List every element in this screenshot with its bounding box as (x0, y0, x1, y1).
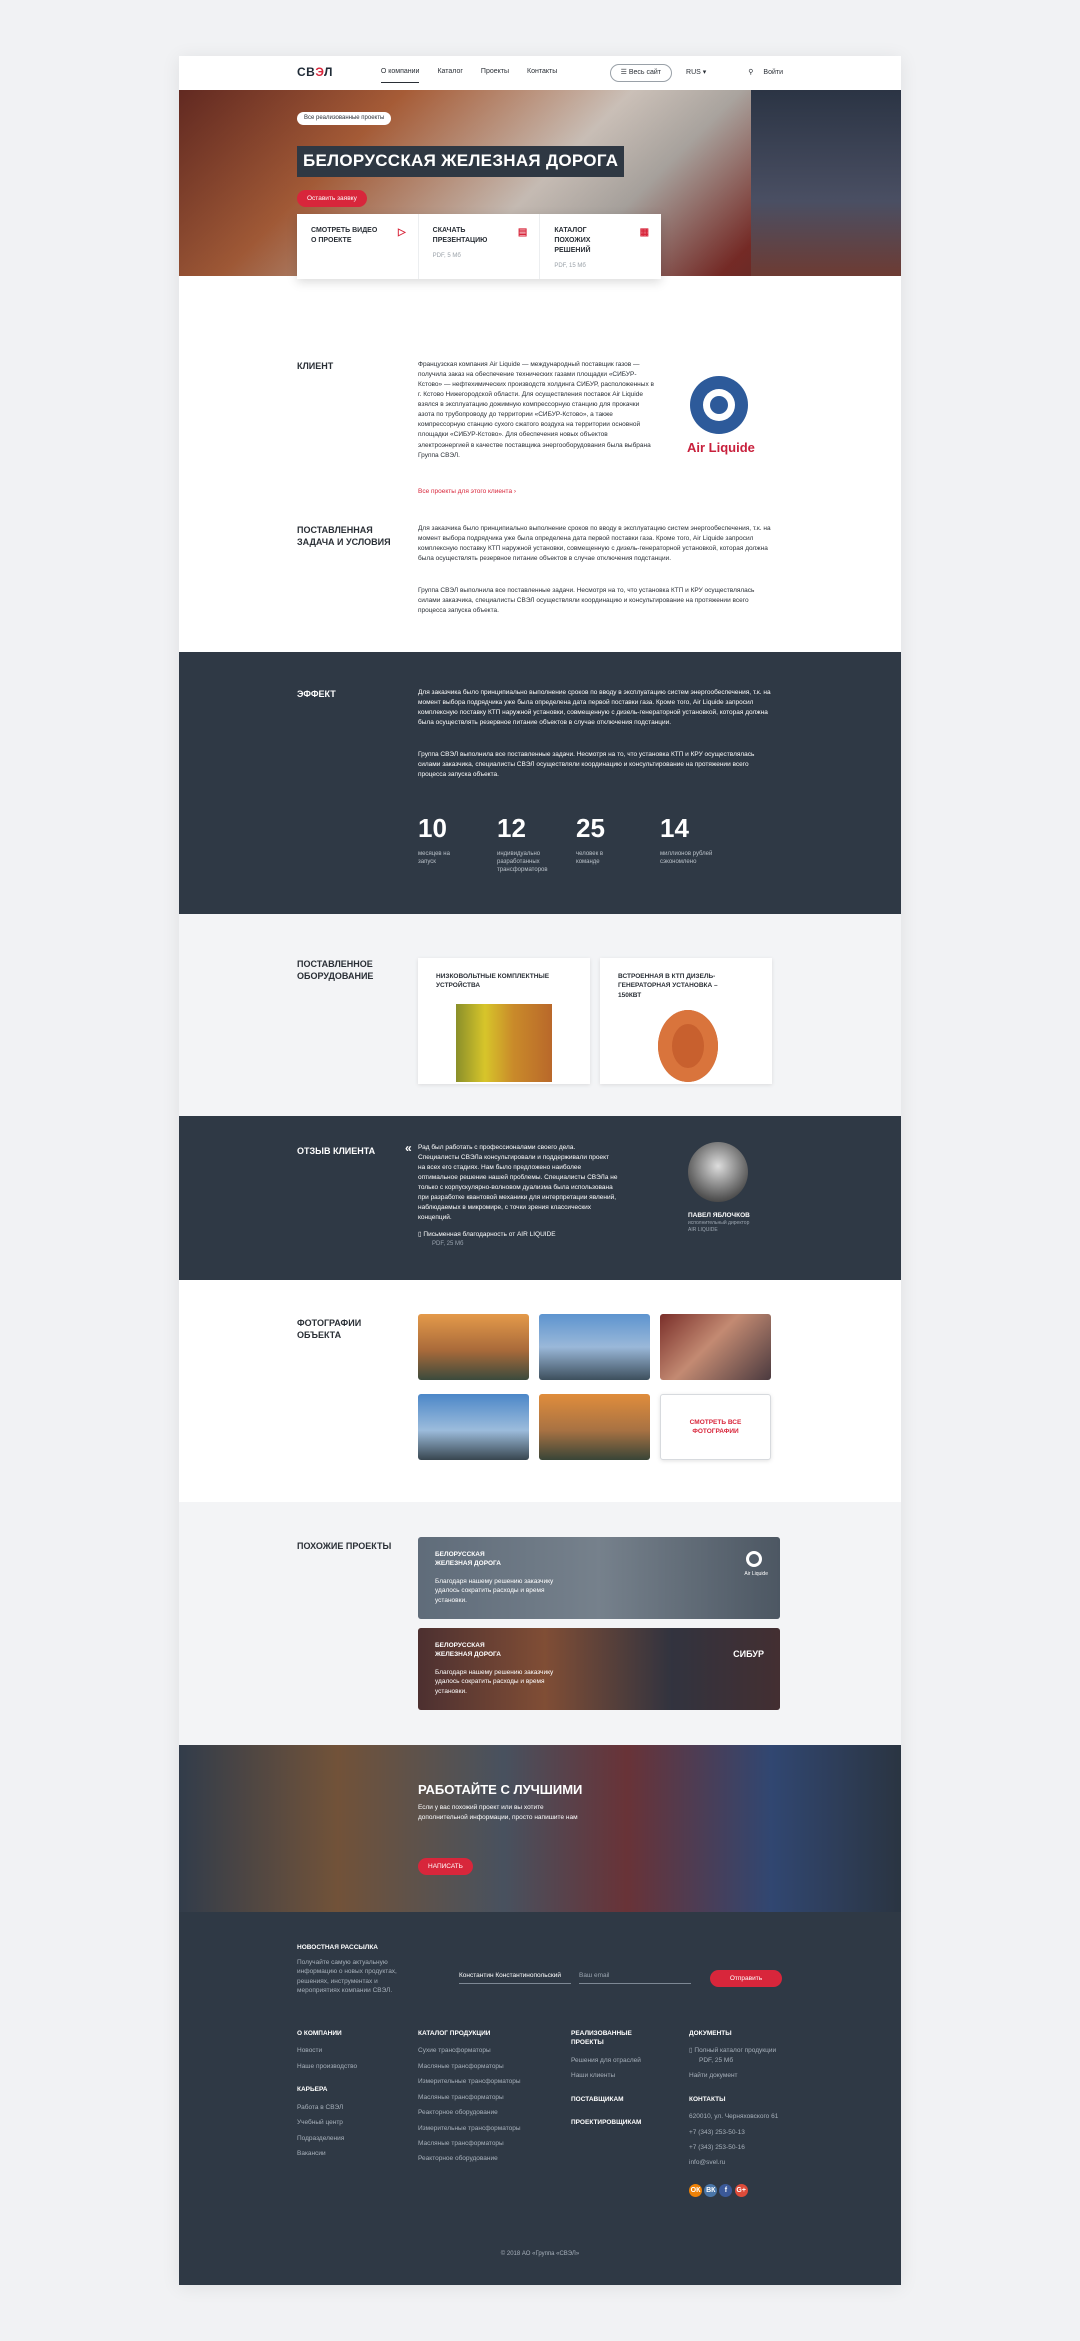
photo-4[interactable] (418, 1394, 529, 1460)
sibur-mini-logo: СИБУР (733, 1649, 764, 1659)
task-paragraph-2: Группа СВЭЛ выполнила все поставленные з… (418, 587, 755, 615)
client-heading: КЛИЕНТ (297, 361, 334, 371)
effect-paragraph-2: Группа СВЭЛ выполнила все поставленные з… (418, 751, 755, 779)
page-title: БЕЛОРУССКАЯ ЖЕЛЕЗНАЯ ДОРОГА (297, 146, 625, 177)
review-quote: Рад был работать с профессионалами своег… (418, 1144, 618, 1222)
stat-months: 10 месяцев на запуск (418, 813, 450, 866)
equipment-card-dgu[interactable]: ВСТРОЕННАЯ В КТП ДИЗЕЛЬ-ГЕНЕРАТОРНАЯ УСТ… (600, 958, 772, 1084)
similar-heading: ПОХОЖИЕ ПРОЕКТЫ (297, 1541, 392, 1551)
menu-item-projects[interactable]: Проекты (481, 63, 509, 82)
careers-text: Если у вас похожий проект или вы хотите … (418, 1804, 578, 1822)
catalog-card[interactable]: КАТАЛОГ ПОХОЖИХ РЕШЕНИЙ PDF, 15 Мб ▦ (540, 214, 661, 279)
google-plus-icon[interactable]: G+ (734, 2183, 748, 2197)
vk-icon[interactable]: ВК (704, 2183, 718, 2197)
catalog-download-link[interactable]: ▯ Полный каталог продукции (689, 2046, 799, 2055)
worker-photo (751, 90, 901, 276)
newsletter-heading: НОВОСТНАЯ РАССЫЛКА (297, 1944, 378, 1951)
photo-3[interactable] (660, 1314, 771, 1380)
svel-logo[interactable]: СВЭЛ (297, 64, 333, 81)
person-role: исполнительный директор AIR LIQUIDE (688, 1220, 750, 1234)
email-field[interactable]: Ваш email (579, 1971, 691, 1985)
footer-col-company: О КОМПАНИИ Новости Наше производство КАР… (297, 2030, 358, 2157)
odnoklassniki-icon[interactable]: ОК (689, 2183, 702, 2197)
main-menu: О компании Каталог Проекты Контакты (380, 63, 557, 83)
write-button[interactable]: НАПИСАТЬ (418, 1858, 473, 1876)
photo-1[interactable] (418, 1314, 529, 1380)
stat-team: 25 человек в команде (576, 813, 605, 866)
name-field[interactable]: Константин Константинопольский (459, 1971, 571, 1985)
thanks-letter-size: PDF, 25 Мб (432, 1241, 464, 1247)
review-heading: ОТЗЫВ КЛИЕНТА (297, 1146, 376, 1156)
careers-title: РАБОТАЙТЕ С ЛУЧШИМИ (418, 1782, 583, 1797)
photos-heading: ФОТОГРАФИИ ОБЪЕКТА (297, 1318, 362, 1341)
similar-card-2[interactable]: БЕЛОРУССКАЯ ЖЕЛЕЗНАЯ ДОРОГА Благодаря на… (418, 1628, 780, 1710)
effect-paragraph-1: Для заказчика было принципиально выполне… (418, 689, 771, 727)
copyright: © 2018 АО «Группа «СВЭЛ» (500, 2251, 580, 2257)
photo-5[interactable] (539, 1394, 650, 1460)
menu-item-about[interactable]: О компании (380, 63, 420, 83)
air-liquide-logo (690, 376, 748, 434)
person-name: ПАВЕЛ ЯБЛОЧКОВ (688, 1212, 750, 1219)
photo-2[interactable] (539, 1314, 650, 1380)
top-nav: СВЭЛ О компании Каталог Проекты Контакты… (179, 56, 901, 90)
air-liquide-mini-logo (746, 1551, 762, 1567)
subscribe-button[interactable]: Отправить (710, 1970, 782, 1988)
equipment-heading: ПОСТАВЛЕННОЕ ОБОРУДОВАНИЕ (297, 959, 374, 982)
air-liquide-wordmark: Air Liquide (687, 440, 755, 455)
search-icon[interactable]: ⚲ (748, 68, 753, 78)
client-text: Французская компания Air Liquide — между… (418, 361, 654, 459)
lv-device-image (456, 1004, 552, 1082)
video-card[interactable]: СМОТРЕТЬ ВИДЕО О ПРОЕКТЕ ▷ (297, 214, 419, 279)
hero-cards: СМОТРЕТЬ ВИДЕО О ПРОЕКТЕ ▷ СКАЧАТЬ ПРЕЗЕН… (297, 214, 661, 279)
similar-section: ПОХОЖИЕ ПРОЕКТЫ БЕЛОРУССКАЯ ЖЕЛЕЗНАЯ ДОР… (179, 1502, 901, 1745)
footer-col-catalog: КАТАЛОГ ПРОДУКЦИИ Сухие трансформаторы М… (418, 2030, 521, 2163)
equipment-section: ПОСТАВЛЕННОЕ ОБОРУДОВАНИЕ НИЗКОВОЛЬТНЫЕ … (179, 914, 901, 1116)
effect-section: ЭФФЕКТ Для заказчика было принципиально … (179, 652, 901, 914)
quote-icon: « (405, 1141, 412, 1155)
similar-card-1[interactable]: БЕЛОРУССКАЯ ЖЕЛЕЗНАЯ ДОРОГА Благодаря на… (418, 1537, 780, 1619)
login-link[interactable]: Войти (763, 68, 783, 78)
careers-banner: РАБОТАЙТЕ С ЛУЧШИМИ Если у вас похожий п… (179, 1745, 901, 1912)
language-select[interactable]: RUS ▾ (686, 68, 706, 78)
footer-col-projects: РЕАЛИЗОВАННЫЕ ПРОЕКТЫ Решения для отрасл… (571, 2030, 642, 2127)
whole-site-button[interactable]: ☰ Весь сайт (609, 63, 673, 83)
play-icon: ▷ (397, 227, 406, 238)
stat-savings: 14 миллионов рублей сэкономлено (660, 813, 713, 866)
task-heading: ПОСТАВЛЕННАЯ ЗАДАЧА И УСЛОВИЯ (297, 525, 391, 548)
all-photos-button[interactable]: СМОТРЕТЬ ВСЕ ФОТОГРАФИИ (660, 1394, 771, 1460)
coil-image (658, 1010, 718, 1082)
page: СВЭЛ О компании Каталог Проекты Контакты… (179, 56, 901, 2285)
menu-item-contacts[interactable]: Контакты (527, 63, 557, 82)
catalog-icon: ▦ (639, 227, 650, 238)
menu-item-catalog[interactable]: Каталог (437, 63, 462, 82)
footer-col-docs: ДОКУМЕНТЫ ▯ Полный каталог продукции PDF… (689, 2029, 799, 2197)
presentation-icon: ▤ (517, 227, 528, 238)
client-projects-link[interactable]: Все проекты для этого клиента › (418, 487, 516, 496)
all-projects-tag[interactable]: Все реализованные проекты (297, 112, 392, 125)
presentation-card[interactable]: СКАЧАТЬ ПРЕЗЕНТАЦИЮ PDF, 5 Мб ▤ (419, 214, 541, 279)
social-links: ОК ВК f G+ (689, 2183, 799, 2197)
equipment-card-lv[interactable]: НИЗКОВОЛЬТНЫЕ КОМПЛЕКТНЫЕ УСТРОЙСТВА (418, 958, 590, 1084)
request-button[interactable]: Оставить заявку (297, 190, 367, 208)
footer: НОВОСТНАЯ РАССЫЛКА Получайте самую актуа… (179, 1912, 901, 2285)
person-avatar (688, 1142, 748, 1202)
facebook-icon[interactable]: f (719, 2183, 733, 2197)
newsletter-text: Получайте самую актуальную информацию о … (297, 1959, 397, 1995)
stat-transformers: 12 индивидуально разработанных трансформа… (497, 813, 548, 874)
thanks-letter-link[interactable]: ▯ Письменная благодарность от AIR LIQUID… (418, 1230, 556, 1239)
review-section: ОТЗЫВ КЛИЕНТА « Рад был работать с профе… (179, 1116, 901, 1280)
task-paragraph-1: Для заказчика было принципиально выполне… (418, 525, 771, 563)
effect-heading: ЭФФЕКТ (297, 689, 336, 699)
